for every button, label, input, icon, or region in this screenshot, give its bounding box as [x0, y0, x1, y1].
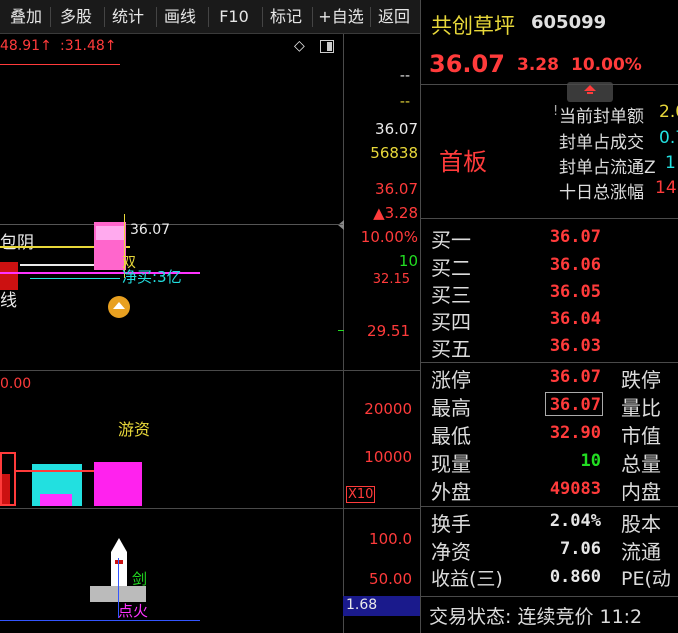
stock-code: 605099	[531, 12, 607, 33]
quote-label-right: 跌停	[621, 368, 661, 392]
bid-label: 买五	[431, 337, 471, 361]
range-info: :31.48↑	[60, 38, 117, 54]
eps-value: 0.860	[549, 567, 601, 587]
bid-price: 36.04	[549, 309, 601, 329]
bid-price: 36.06	[549, 255, 601, 275]
indicator-axis-3: 1.68	[346, 597, 378, 613]
layout-toggle-icon[interactable]	[320, 40, 334, 53]
axis-low: 29.51	[367, 322, 410, 340]
board-label: 首板	[439, 148, 487, 176]
quote-label: 外盘	[431, 480, 471, 504]
quote-label: 涨停	[431, 368, 471, 392]
draw-line-button[interactable]: 画线	[160, 4, 200, 30]
volume-bar	[94, 462, 142, 506]
label-net-buy: 净买:3亿	[122, 268, 182, 286]
current-price: 36.07	[429, 50, 505, 78]
overlay-button[interactable]: 叠加	[6, 4, 46, 30]
bid-label: 买二	[431, 256, 471, 280]
volume-scale[interactable]: X10	[346, 486, 376, 503]
f10-button[interactable]: F10	[214, 4, 254, 30]
stock-name: 共创草坪	[431, 14, 515, 38]
low-value: 32.90	[549, 423, 601, 443]
finance-label: 净资	[431, 540, 471, 564]
add-watchlist-button[interactable]: +自选	[314, 4, 368, 30]
seal-value: 1	[665, 153, 676, 173]
label-jian: 剑	[132, 570, 148, 588]
label-fire: 点火	[118, 602, 149, 620]
quote-panel: 共创草坪 605099 36.07 3.28 10.00% 首板 ! 当前封单额…	[420, 0, 678, 633]
high-info: 48.91↑	[0, 38, 52, 54]
statistics-button[interactable]: 统计	[108, 4, 148, 30]
label-price-tag: 36.07	[130, 222, 171, 238]
price-change: 3.28	[517, 55, 559, 75]
axis-price-2: 36.07	[375, 180, 418, 198]
up-arrow-icon[interactable]	[108, 296, 130, 318]
bid-price: 36.05	[549, 282, 601, 302]
multi-stock-button[interactable]: 多股	[56, 4, 96, 30]
turnover-value: 2.04%	[549, 511, 601, 531]
axis-dash-1: --	[399, 68, 410, 84]
seal-label: 十日总涨幅	[559, 183, 644, 203]
limit-up-value: 36.07	[549, 367, 601, 387]
volume-axis-1: 20000	[364, 400, 412, 418]
price-change-pct: 10.00%	[571, 55, 642, 75]
axis-partial: 32.15	[372, 272, 410, 284]
axis-pct: 10.00%	[360, 228, 418, 246]
axis-price: 36.07	[375, 120, 418, 138]
seal-value: 14	[655, 178, 677, 198]
back-button[interactable]: 返回	[374, 4, 414, 30]
bid-price: 36.03	[549, 336, 601, 356]
current-volume-value: 10	[580, 451, 601, 471]
outer-volume-value: 49083	[549, 479, 601, 499]
bid-label: 买一	[431, 228, 471, 252]
collapse-button[interactable]	[567, 82, 613, 102]
axis-dash-2: --	[399, 94, 410, 110]
bid-label: 买四	[431, 310, 471, 334]
label-yin: 包阴	[0, 233, 34, 253]
seal-label: 封单占成交	[559, 133, 644, 153]
volume-axis-2: 10000	[364, 448, 412, 466]
axis-divider	[343, 34, 344, 633]
quote-label-right: 内盘	[621, 480, 661, 504]
indicator-axis-2: 50.00	[369, 570, 412, 588]
volume-zero: 0.00	[0, 376, 32, 392]
high-value: 36.07	[549, 395, 601, 415]
quote-label: 最高	[431, 396, 471, 420]
trade-status: 交易状态: 连续竞价 11:2	[429, 606, 643, 628]
seal-label: 封单占流通Z	[559, 158, 656, 178]
finance-label-right: 股本	[621, 512, 661, 536]
axis-ten: 10	[398, 252, 418, 270]
seal-value: 0.7	[659, 128, 678, 148]
bid-label: 买三	[431, 283, 471, 307]
info-icon[interactable]: !	[553, 104, 558, 119]
quote-label: 最低	[431, 424, 471, 448]
finance-label: 换手	[431, 512, 471, 536]
finance-label-right: 流通	[621, 540, 661, 564]
quote-label: 现量	[431, 452, 471, 476]
label-line: 线	[0, 291, 17, 311]
crosshair-line	[0, 224, 343, 225]
finance-label-right: PE(动	[621, 568, 671, 590]
bid-price: 36.07	[549, 227, 601, 247]
toolbar: 叠加 多股 统计 画线 F10 标记 +自选 返回	[0, 0, 420, 34]
axis-volume: 56838	[370, 144, 418, 162]
ma-line	[0, 64, 120, 65]
indicator-axis-1: 100.0	[369, 530, 412, 548]
quote-label-right: 市值	[621, 424, 661, 448]
quote-label-right: 总量	[621, 452, 661, 476]
label-youzi: 游资	[118, 420, 151, 439]
diamond-icon[interactable]: ◇	[294, 38, 305, 54]
axis-change: ▲3.28	[373, 204, 418, 222]
volume-bar	[0, 452, 16, 506]
kline-chart[interactable]: 48.91↑ :31.48↑ ◇ -- -- 36.07 56838 36.07…	[0, 34, 420, 633]
quote-label-right: 量比	[621, 396, 661, 420]
mark-button[interactable]: 标记	[266, 4, 306, 30]
finance-label: 收益(三)	[431, 568, 503, 590]
seal-label: 当前封单额	[559, 107, 644, 127]
seal-value: 2.0	[659, 102, 678, 122]
net-asset-value: 7.06	[560, 539, 601, 559]
